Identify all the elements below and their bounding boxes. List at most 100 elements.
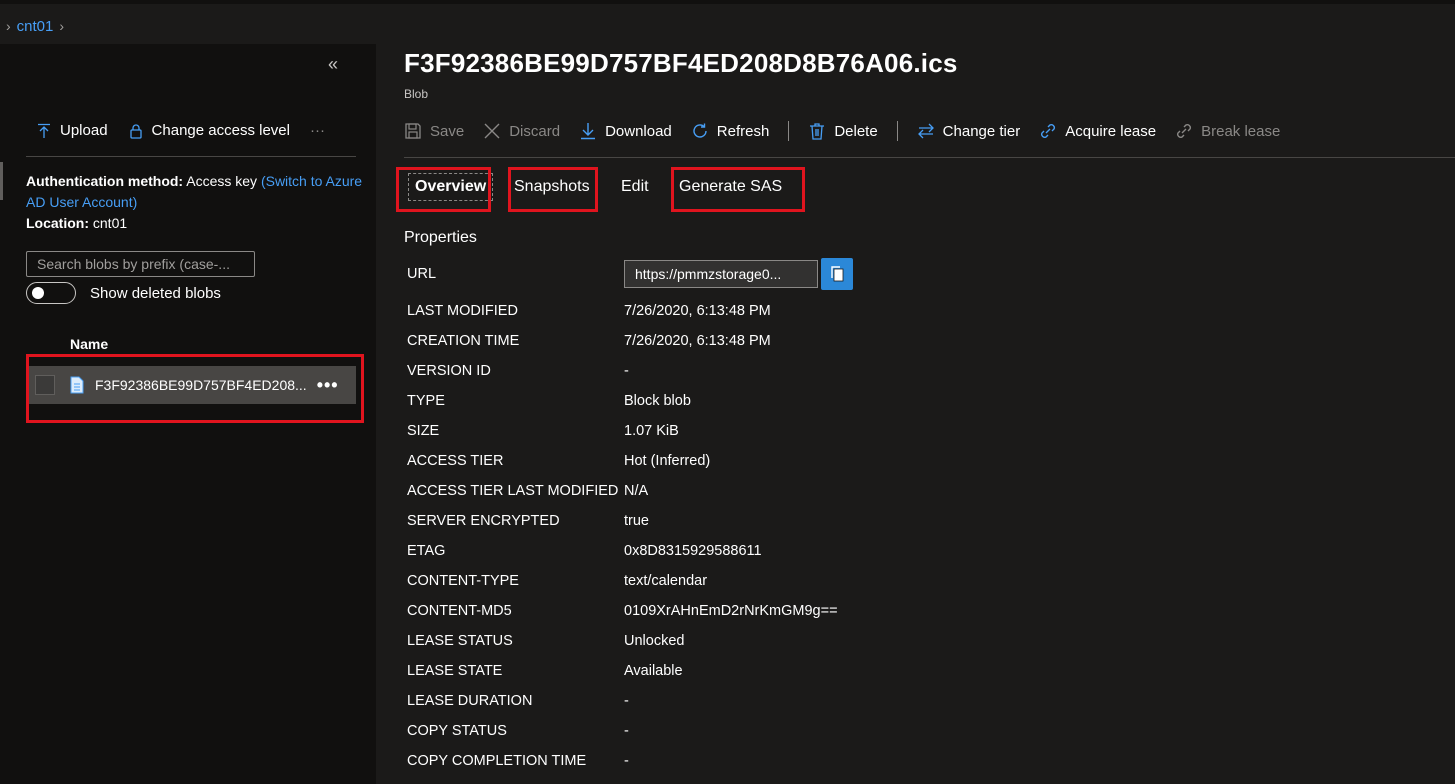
property-value: - [624, 363, 629, 379]
property-key: ETAG [407, 543, 446, 559]
highlight-box-snapshots [508, 167, 598, 212]
link-icon [1041, 124, 1056, 138]
highlight-box-overview [396, 167, 491, 212]
property-row: ACCESS TIER LAST MODIFIED N/A [407, 476, 648, 506]
page-title: F3F92386BE99D757BF4ED208D8B76A06.ics [404, 48, 958, 78]
url-field[interactable]: https://pmmzstorage0... [624, 260, 818, 288]
property-key: CREATION TIME [407, 333, 520, 349]
auth-method-label: Authentication method: [26, 173, 184, 189]
top-bar [0, 0, 1455, 4]
property-row: CONTENT-MD5 0109XrAHnEmD2rNrKmGM9g== [407, 596, 838, 626]
property-row-url: URL https://pmmzstorage0... [407, 256, 853, 292]
property-value: text/calendar [624, 573, 708, 589]
save-label: Save [430, 122, 465, 140]
highlight-box-generate-sas [671, 167, 805, 212]
more-actions-button[interactable]: ··· [310, 122, 325, 139]
property-row: LAST MODIFIED 7/26/2020, 6:13:48 PM [407, 296, 771, 326]
property-row: COPY COMPLETION TIME - [407, 746, 629, 776]
property-row: ETAG 0x8D8315929588611 [407, 536, 762, 566]
toolbar-separator [788, 121, 790, 141]
property-row: TYPE Block blob [407, 386, 691, 416]
download-icon [581, 123, 596, 140]
change-access-level-button[interactable]: Change access level [128, 122, 290, 139]
break-lease-button[interactable]: Break lease [1175, 122, 1280, 140]
property-row: COPY STATUS - [407, 716, 629, 746]
discard-button[interactable]: Discard [483, 122, 560, 140]
upload-label: Upload [60, 122, 108, 139]
collapse-panel-icon[interactable]: « [328, 54, 338, 75]
property-row: SERVER ENCRYPTED true [407, 506, 649, 536]
save-button[interactable]: Save [404, 122, 464, 140]
divider [404, 157, 1455, 158]
property-key: COPY COMPLETION TIME [407, 753, 587, 769]
toolbar-separator [896, 121, 898, 141]
trash-icon [810, 123, 825, 140]
auth-method-value: Access key [186, 173, 258, 189]
blob-toolbar: Save Discard Download Refresh Delete Cha… [404, 121, 1299, 141]
property-value: 0x8D8315929588611 [624, 543, 762, 559]
swap-arrows-icon [917, 123, 934, 139]
property-row: VERSION ID - [407, 356, 629, 386]
acquire-lease-label: Acquire lease [1065, 122, 1157, 140]
url-value: https://pmmzstorage0... [635, 266, 782, 282]
property-value: 0109XrAHnEmD2rNrKmGM9g== [624, 603, 838, 619]
change-access-level-label: Change access level [151, 122, 290, 139]
close-icon [484, 123, 500, 139]
property-value: Unlocked [624, 633, 685, 649]
breadcrumb: › cnt01 › [6, 15, 64, 37]
show-deleted-toggle[interactable] [26, 282, 76, 304]
property-value: - [624, 693, 629, 709]
property-key: VERSION ID [407, 363, 491, 379]
location-value: cnt01 [92, 215, 128, 231]
property-key: CONTENT-TYPE [407, 573, 519, 589]
properties-heading: Properties [404, 229, 477, 246]
property-row: CONTENT-TYPE text/calendar [407, 566, 707, 596]
copy-icon [831, 266, 844, 282]
broken-link-icon [1177, 124, 1192, 138]
property-value: true [624, 513, 649, 529]
property-value: 7/26/2020, 6:13:48 PM [624, 333, 771, 349]
property-value: N/A [624, 483, 649, 499]
tab-edit[interactable]: Edit [621, 178, 649, 196]
change-tier-button[interactable]: Change tier [917, 122, 1021, 140]
copy-url-button[interactable] [821, 258, 853, 290]
property-value: - [624, 753, 629, 769]
property-row: SIZE 1.07 KiB [407, 416, 679, 446]
property-row: CREATION TIME 7/26/2020, 6:13:48 PM [407, 326, 771, 356]
property-key: TYPE [407, 393, 445, 409]
chevron-right-icon: › [59, 18, 65, 34]
change-tier-label: Change tier [942, 122, 1021, 140]
property-key: CONTENT-MD5 [407, 603, 512, 619]
property-key: COPY STATUS [407, 723, 507, 739]
property-key: URL [407, 266, 437, 282]
lock-icon [129, 123, 142, 139]
discard-label: Discard [509, 122, 561, 140]
highlight-box-blob [26, 354, 364, 423]
acquire-lease-button[interactable]: Acquire lease [1039, 122, 1156, 140]
property-row: LEASE STATUS Unlocked [407, 626, 684, 656]
save-icon [405, 123, 421, 139]
name-column-header[interactable]: Name [70, 336, 108, 352]
divider [26, 156, 356, 157]
property-value: 1.07 KiB [624, 423, 679, 439]
download-button[interactable]: Download [579, 122, 672, 140]
property-key: LEASE STATUS [407, 633, 513, 649]
property-key: SIZE [407, 423, 440, 439]
page-subtitle: Blob [404, 87, 429, 101]
location-label: Location: [26, 215, 89, 231]
search-blobs-input[interactable] [26, 251, 255, 277]
upload-button[interactable]: Upload [36, 122, 108, 139]
chevron-right-icon: › [6, 18, 11, 34]
show-deleted-label: Show deleted blobs [90, 284, 221, 302]
delete-button[interactable]: Delete [808, 122, 878, 140]
property-key: LEASE DURATION [407, 693, 533, 709]
property-value: Block blob [624, 393, 691, 409]
refresh-button[interactable]: Refresh [691, 122, 769, 140]
property-value: Hot (Inferred) [624, 453, 711, 469]
blob-list-toolbar: Upload Change access level ··· [36, 122, 325, 139]
property-key: LEASE STATE [407, 663, 503, 679]
auth-info: Authentication method: Access key (Switc… [26, 171, 366, 234]
property-value: 7/26/2020, 6:13:48 PM [624, 303, 771, 319]
breadcrumb-container-link[interactable]: cnt01 [17, 18, 54, 35]
property-row: ACCESS TIER Hot (Inferred) [407, 446, 710, 476]
